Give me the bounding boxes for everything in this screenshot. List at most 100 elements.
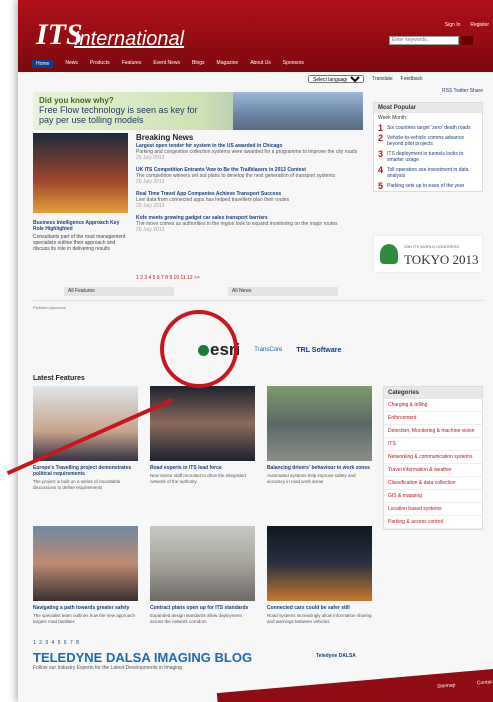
- social-icons[interactable]: RSS Twitter Share: [373, 88, 483, 94]
- site-title[interactable]: International: [74, 28, 184, 51]
- all-news-button[interactable]: All News: [228, 287, 338, 296]
- feature-card[interactable]: Navigating a path towards greater safety…: [33, 526, 138, 624]
- category-item[interactable]: Detection, Monitoring & machine vision: [384, 425, 482, 438]
- site-header: ITS International Sign In Register Enter…: [18, 0, 493, 72]
- nav-features[interactable]: Features: [122, 60, 142, 68]
- category-item[interactable]: GIS & mapping: [384, 490, 482, 503]
- categories-box: Categories Charging & tolling Enforcemen…: [383, 386, 483, 530]
- blog-pager[interactable]: 1 2 3 4 5 6 7 8: [33, 640, 80, 646]
- congress-small-text: 20th ITS WORLD CONGRESS: [404, 244, 460, 249]
- news-text: The competition winners set out plans to…: [136, 173, 335, 179]
- footer-sitemap[interactable]: Sitemap: [437, 682, 456, 690]
- featured-image[interactable]: [33, 133, 128, 213]
- category-item[interactable]: Enforcement: [384, 412, 482, 425]
- feature-image: [33, 526, 138, 601]
- sidebar: RSS Twitter Share Most Popular Week Mont…: [373, 88, 483, 192]
- news-date: 29 July 2013: [136, 155, 165, 161]
- feedback-link[interactable]: Feedback: [401, 76, 423, 82]
- ad-banner[interactable]: Did you know why? Free Flow technology i…: [33, 92, 363, 130]
- nav-about[interactable]: About Us: [250, 60, 271, 68]
- category-item[interactable]: Travel information & weather: [384, 464, 482, 477]
- breaking-news-heading: Breaking News: [136, 133, 194, 142]
- feature-card[interactable]: Connected cars could be safer still Road…: [267, 526, 372, 624]
- trl-logo[interactable]: TRL Software: [296, 347, 341, 354]
- register-link[interactable]: Register: [470, 22, 489, 28]
- news-item: Kofe meets growing gadget car sales tran…: [136, 215, 361, 233]
- feature-title[interactable]: Connected cars could be safer still: [267, 605, 372, 611]
- nav-home[interactable]: Home: [32, 60, 54, 68]
- sponsors-label: Platinum sponsors: [33, 305, 66, 310]
- news-text: Parking and congestion collection system…: [136, 149, 358, 155]
- popular-item[interactable]: 5 Parking sets up to ease of the year: [374, 181, 482, 191]
- category-item[interactable]: Parking & access control: [384, 516, 482, 529]
- top-links: Sign In Register: [445, 22, 489, 28]
- most-popular-box: Most Popular Week Month 1 Six countries t…: [373, 102, 483, 192]
- footer: Sitemap Contact Us: [216, 667, 493, 702]
- news-date: 29 July 2013: [136, 227, 165, 233]
- most-popular-tabs[interactable]: Week Month: [374, 113, 482, 123]
- banner-line-2: pay per use tolling models: [39, 115, 144, 125]
- all-features-button[interactable]: All Features: [64, 287, 174, 296]
- nav-news[interactable]: News: [65, 60, 78, 68]
- footer-contact[interactable]: Contact Us: [477, 678, 493, 686]
- language-select[interactable]: Select language: [308, 75, 364, 83]
- feature-title[interactable]: Europe's Travelling project demonstrates…: [33, 465, 138, 477]
- feature-image: [267, 526, 372, 601]
- feature-text: The project is built on a series of roun…: [33, 479, 121, 490]
- category-item[interactable]: Charging & tolling: [384, 399, 482, 412]
- divider: [33, 300, 483, 301]
- highlight-circle: [160, 310, 238, 388]
- blog-banner[interactable]: TELEDYNE DALSA IMAGING BLOG Follow our I…: [33, 650, 283, 671]
- category-item[interactable]: ITS: [384, 438, 482, 451]
- transcore-logo[interactable]: TransCore: [254, 347, 282, 353]
- featured-title[interactable]: Business Intelligence Approach Key Role …: [33, 220, 128, 232]
- feature-image: [267, 386, 372, 461]
- search-button[interactable]: [461, 36, 473, 45]
- categories-heading: Categories: [384, 387, 482, 399]
- translate-link[interactable]: Translate: [372, 76, 393, 82]
- popular-item[interactable]: 1 Six countries target 'zero' death roads: [374, 123, 482, 133]
- category-item[interactable]: Classification & data collection: [384, 477, 482, 490]
- nav-magazine[interactable]: Magazine: [217, 60, 239, 68]
- main-nav: Home News Products Features Event News B…: [32, 60, 304, 68]
- feature-card[interactable]: Balancing drivers' behaviour in work zon…: [267, 386, 372, 484]
- feature-title[interactable]: Contract plans open up for ITS standards: [150, 605, 255, 611]
- news-date: 29 July 2013: [136, 179, 165, 185]
- feature-text: The specialist team outlines how the new…: [33, 613, 136, 624]
- feature-text: New senior staff recruited to drive the …: [150, 473, 246, 484]
- nav-sponsors[interactable]: Sponsors: [283, 60, 304, 68]
- news-pager[interactable]: 1 2 3 4 5 6 7 8 9 10 11 12 >>: [136, 275, 200, 281]
- category-item[interactable]: Location based systems: [384, 503, 482, 516]
- banner-photo: [233, 92, 363, 130]
- latest-features-heading: Latest Features: [33, 375, 85, 382]
- featured-text: Consultants part of the road management …: [33, 234, 126, 252]
- popular-item[interactable]: 2 Vehicle-to-vehicle comms advance beyond…: [374, 133, 482, 149]
- tokyo-congress-ad[interactable]: 20th ITS WORLD CONGRESS TOKYO 2013: [373, 235, 483, 273]
- blog-subtitle: Follow our Industry Experts for the Late…: [33, 665, 182, 671]
- blog-title: TELEDYNE DALSA IMAGING BLOG: [33, 650, 253, 665]
- nav-event-news[interactable]: Event News: [153, 60, 180, 68]
- congress-big-text: TOKYO 2013: [404, 252, 479, 267]
- feature-title[interactable]: Road experts in ITS lead force: [150, 465, 255, 471]
- news-item: Real Time Travel App Companies Achieve T…: [136, 191, 361, 209]
- popular-item[interactable]: 3 ITS deployment in tunnels looks to smar…: [374, 149, 482, 165]
- sign-in-link[interactable]: Sign In: [445, 22, 461, 28]
- popular-item[interactable]: 4 Toll operators see investment in data a…: [374, 165, 482, 181]
- featured-caption: Business Intelligence Approach Key Role …: [33, 220, 128, 252]
- most-popular-heading: Most Popular: [374, 103, 482, 113]
- nav-blogs[interactable]: Blogs: [192, 60, 205, 68]
- congress-logo-icon: [380, 244, 398, 264]
- category-item[interactable]: Networking & communication systems: [384, 451, 482, 464]
- page-sheet: ITS International Sign In Register Enter…: [18, 0, 493, 702]
- feature-image: [150, 386, 255, 461]
- teledyne-logo[interactable]: Teledyne DALSA: [316, 653, 356, 659]
- feature-title[interactable]: Navigating a path towards greater safety: [33, 605, 138, 611]
- feature-title[interactable]: Balancing drivers' behaviour in work zon…: [267, 465, 372, 471]
- search-input[interactable]: Enter keywords...: [389, 36, 459, 45]
- feature-text: Expanded design standards allow deployme…: [150, 613, 242, 624]
- feature-card[interactable]: Contract plans open up for ITS standards…: [150, 526, 255, 624]
- news-date: 29 July 2013: [136, 203, 165, 209]
- banner-kicker: Did you know why?: [39, 96, 114, 105]
- nav-products[interactable]: Products: [90, 60, 110, 68]
- news-item: UK ITS Competition Entrants Vow to Be th…: [136, 167, 361, 185]
